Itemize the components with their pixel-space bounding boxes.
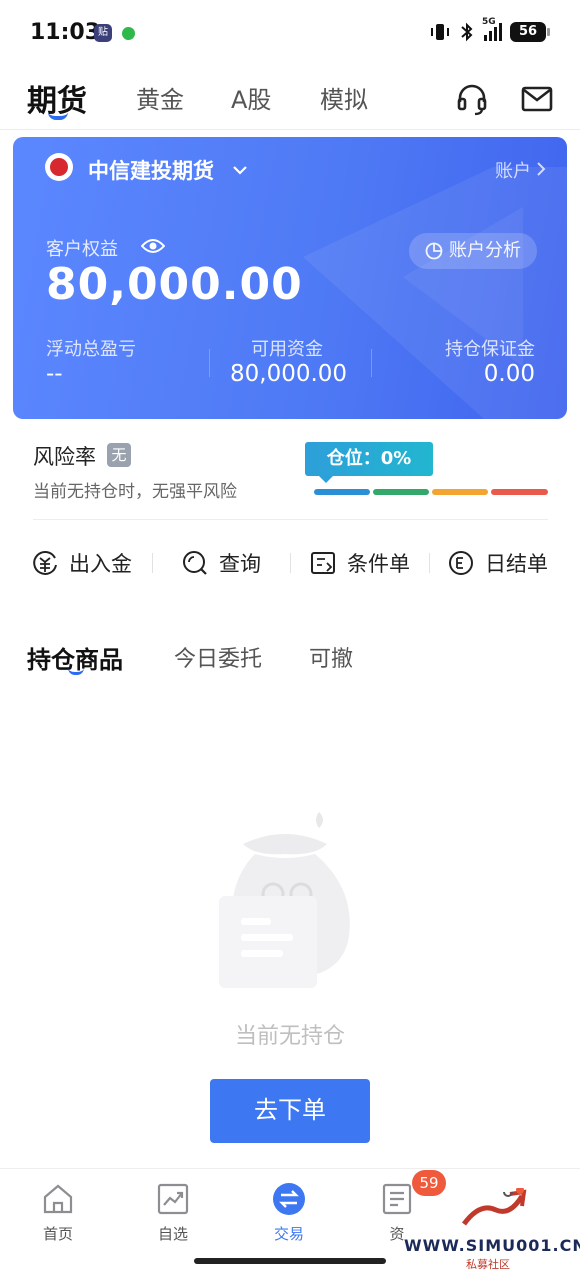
risk-description: 当前无持仓时，无强平风险	[33, 482, 237, 502]
risk-bar-segment	[314, 489, 370, 495]
tab-today-orders[interactable]: 今日委托	[174, 641, 262, 673]
mail-icon[interactable]	[520, 82, 554, 116]
available-funds-label: 可用资金	[251, 339, 323, 360]
notification-app-icon: 贴	[94, 24, 112, 42]
divider	[33, 519, 548, 520]
chevron-right-icon[interactable]	[535, 160, 547, 178]
available-funds-value: 80,000.00	[230, 361, 348, 387]
daily-statement-label: 日结单	[485, 552, 548, 576]
broker-logo-icon	[45, 153, 73, 181]
daily-statement-button[interactable]: 日结单	[447, 545, 548, 581]
empty-state-text: 当前无持仓	[234, 1024, 345, 1049]
nav-watchlist[interactable]: 自选	[133, 1181, 213, 1244]
nav-trade-label: 交易	[273, 1225, 304, 1243]
query-button[interactable]: 查询	[181, 545, 261, 581]
broker-selector[interactable]: 中信建投期货	[88, 155, 214, 185]
home-indicator	[194, 1258, 386, 1264]
equity-value: 80,000.00	[46, 259, 303, 310]
account-analysis-button[interactable]: 账户分析	[409, 233, 537, 269]
vibrate-icon	[431, 24, 449, 40]
margin-value: 0.00	[483, 361, 535, 387]
pie-chart-icon	[425, 242, 443, 260]
empty-bag-illustration	[219, 812, 350, 988]
conditional-order-label: 条件单	[347, 552, 410, 576]
watermark-logo-icon	[461, 1188, 527, 1226]
floating-pnl-value: --	[46, 361, 63, 387]
equity-label: 客户权益	[46, 239, 118, 260]
position-level-tag: 仓位：0%	[305, 442, 433, 483]
account-analysis-label: 账户分析	[449, 240, 521, 261]
risk-rate-badge: 无	[107, 443, 131, 467]
margin-label: 持仓保证金	[445, 339, 535, 360]
risk-bar-segment	[373, 489, 429, 495]
risk-bar-segment	[432, 489, 488, 495]
conditional-order-button[interactable]: 条件单	[309, 545, 410, 581]
chat-app-icon	[122, 27, 135, 40]
query-label: 查询	[219, 552, 261, 576]
nav-watchlist-label: 自选	[157, 1225, 188, 1243]
nav-home[interactable]: 首页	[18, 1181, 98, 1244]
trade-icon	[273, 1183, 305, 1215]
info-icon	[382, 1183, 412, 1215]
risk-rate-title: 风险率	[33, 445, 96, 469]
battery-indicator: 56	[510, 22, 550, 42]
tab-gold[interactable]: 黄金	[136, 80, 184, 115]
search-icon	[183, 551, 207, 575]
transfer-funds-icon	[33, 551, 57, 575]
watermark-subtext: 私募社区	[466, 1258, 510, 1271]
eye-icon[interactable]	[141, 237, 165, 255]
chevron-down-icon[interactable]	[231, 161, 249, 179]
status-bar: 11:03 贴 5G 56	[0, 0, 580, 66]
action-divider	[429, 553, 430, 573]
floating-pnl-label: 浮动总盈亏	[46, 339, 136, 360]
account-card: 中信建投期货 账户 客户权益 账户分析 80,000.00 浮动总盈亏 -- 可…	[13, 137, 567, 419]
status-indicators: 5G 56	[430, 17, 550, 42]
cellular-signal-icon: 5G	[482, 17, 502, 41]
network-type: 5G	[482, 17, 496, 27]
transfer-funds-label: 出入金	[69, 552, 132, 576]
tab-simulation[interactable]: 模拟	[320, 80, 368, 115]
watermark-text: WWW.SIMU001.CN	[404, 1236, 580, 1255]
conditional-order-icon	[311, 552, 335, 574]
watchlist-icon	[157, 1183, 189, 1215]
notification-badge: 59	[412, 1170, 446, 1196]
status-time: 11:03	[30, 20, 101, 45]
tab-a-shares[interactable]: A股	[231, 80, 271, 115]
stat-divider	[209, 349, 210, 377]
top-nav: 期货 黄金 A股 模拟	[0, 70, 580, 130]
action-divider	[290, 553, 291, 573]
tab-cancellable[interactable]: 可撤	[309, 641, 353, 673]
stat-divider	[371, 349, 372, 377]
transfer-funds-button[interactable]: 出入金	[31, 545, 132, 581]
home-icon	[43, 1184, 73, 1214]
risk-bar-segment	[491, 489, 548, 495]
headset-icon[interactable]	[455, 82, 489, 116]
daily-statement-icon	[449, 551, 473, 575]
nav-home-label: 首页	[42, 1225, 73, 1243]
bluetooth-icon	[461, 22, 473, 42]
action-divider	[152, 553, 153, 573]
place-order-button[interactable]: 去下单	[210, 1079, 370, 1143]
nav-trade[interactable]: 交易	[249, 1181, 329, 1244]
account-link[interactable]: 账户	[495, 157, 531, 183]
